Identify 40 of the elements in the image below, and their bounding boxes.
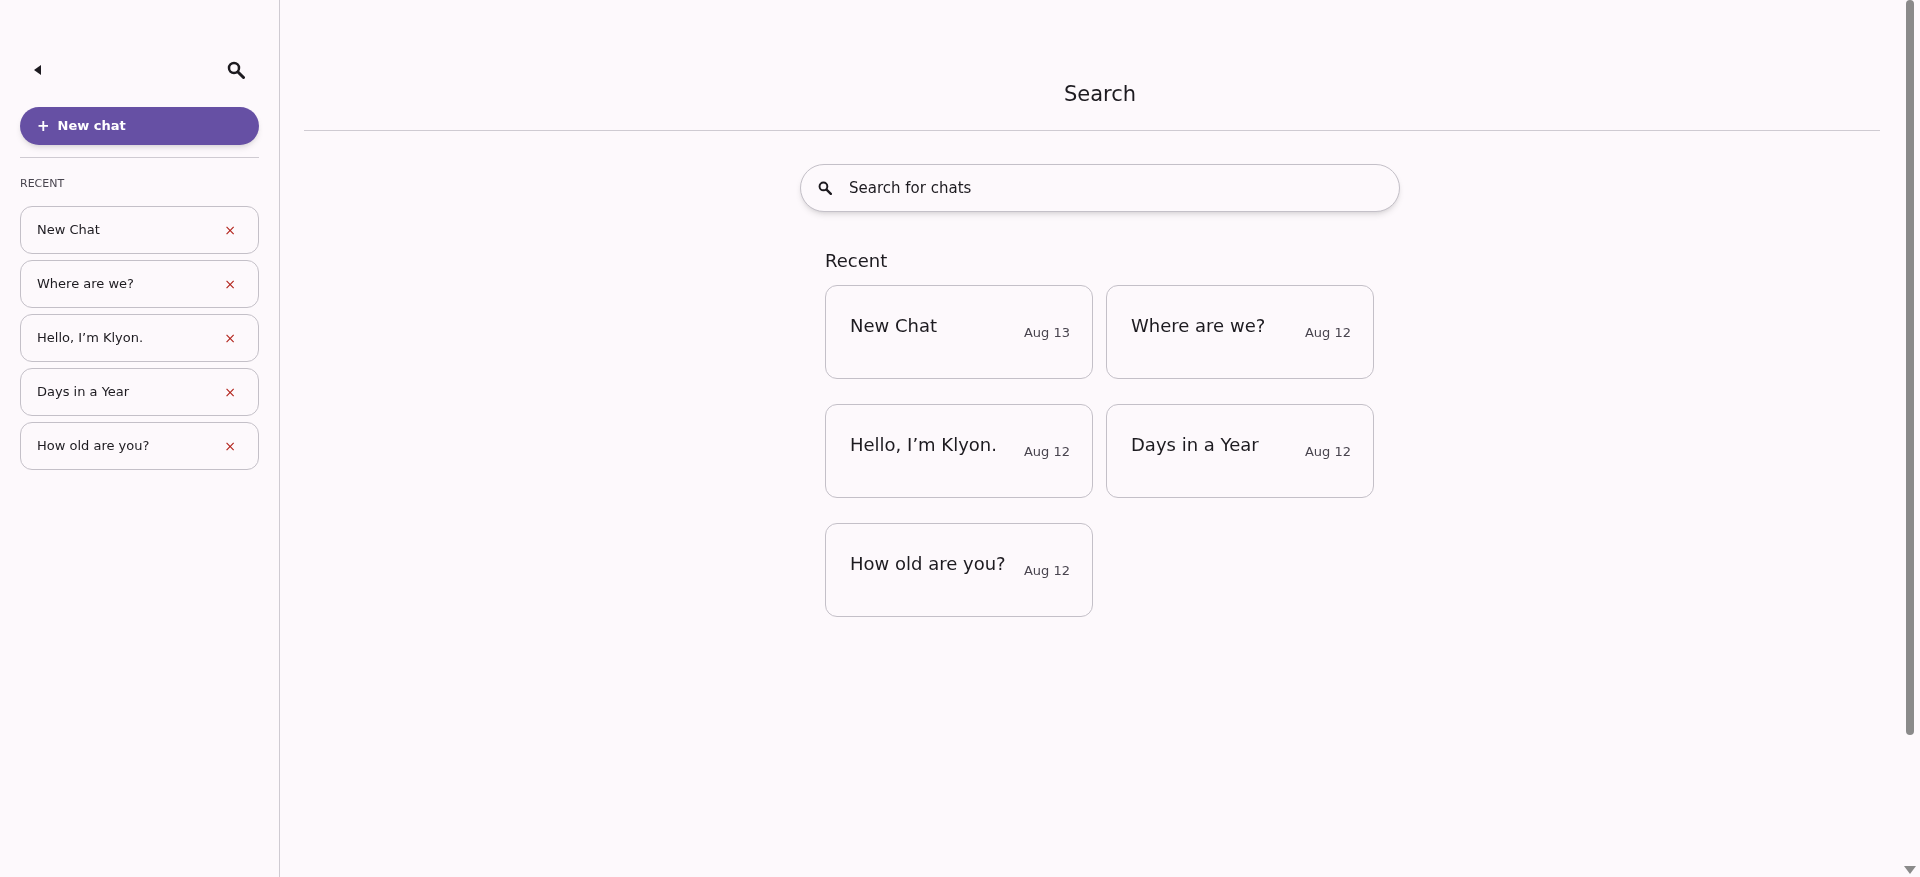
search-icon: [818, 181, 832, 195]
search-icon[interactable]: [227, 61, 245, 79]
card-title: How old are you?: [850, 552, 1006, 576]
section-label: RECENT: [20, 176, 65, 192]
scrollbar[interactable]: [1906, 0, 1914, 735]
delete-button[interactable]: ×: [224, 438, 236, 453]
card-date: Aug 12: [1304, 324, 1351, 342]
chat-card[interactable]: Days in a Year Aug 12: [1106, 404, 1374, 498]
new-chat-button[interactable]: + New chat: [20, 107, 259, 145]
chat-title: How old are you?: [37, 436, 150, 455]
chat-card[interactable]: How old are you? Aug 12: [825, 523, 1093, 617]
chat-card[interactable]: New Chat Aug 13: [825, 285, 1093, 379]
search-field[interactable]: Search for chats: [800, 164, 1400, 212]
section-label: Recent: [825, 249, 888, 273]
chat-item[interactable]: New Chat ×: [20, 205, 259, 254]
page-title: Search: [1063, 81, 1137, 108]
chat-card[interactable]: Hello, I’m Klyon. Aug 12: [825, 404, 1093, 498]
card-date: Aug 12: [1023, 562, 1070, 580]
chat-item[interactable]: How old are you? ×: [20, 421, 259, 470]
chat-item[interactable]: Days in a Year ×: [20, 367, 259, 416]
card-date: Aug 12: [1023, 443, 1070, 461]
card-title: New Chat: [850, 314, 938, 338]
chat-title: Days in a Year: [37, 382, 130, 401]
delete-button[interactable]: ×: [224, 330, 236, 345]
delete-button[interactable]: ×: [224, 276, 236, 291]
card-title: Days in a Year: [1131, 433, 1259, 457]
delete-button[interactable]: ×: [224, 384, 236, 399]
delete-button[interactable]: ×: [224, 222, 236, 237]
card-title: Where are we?: [1131, 314, 1266, 338]
scroll-down-icon[interactable]: [1904, 866, 1916, 874]
chat-title: New Chat: [37, 220, 100, 239]
card-date: Aug 12: [1304, 443, 1351, 461]
chat-item[interactable]: Where are we? ×: [20, 259, 259, 308]
chat-item[interactable]: Hello, I’m Klyon. ×: [20, 313, 259, 362]
chat-title: Hello, I’m Klyon.: [37, 328, 144, 347]
card-title: Hello, I’m Klyon.: [850, 433, 997, 457]
chat-title: Where are we?: [37, 274, 134, 293]
card-date: Aug 13: [1023, 324, 1070, 342]
collapse-icon[interactable]: [34, 65, 42, 75]
chat-card[interactable]: Where are we? Aug 12: [1106, 285, 1374, 379]
